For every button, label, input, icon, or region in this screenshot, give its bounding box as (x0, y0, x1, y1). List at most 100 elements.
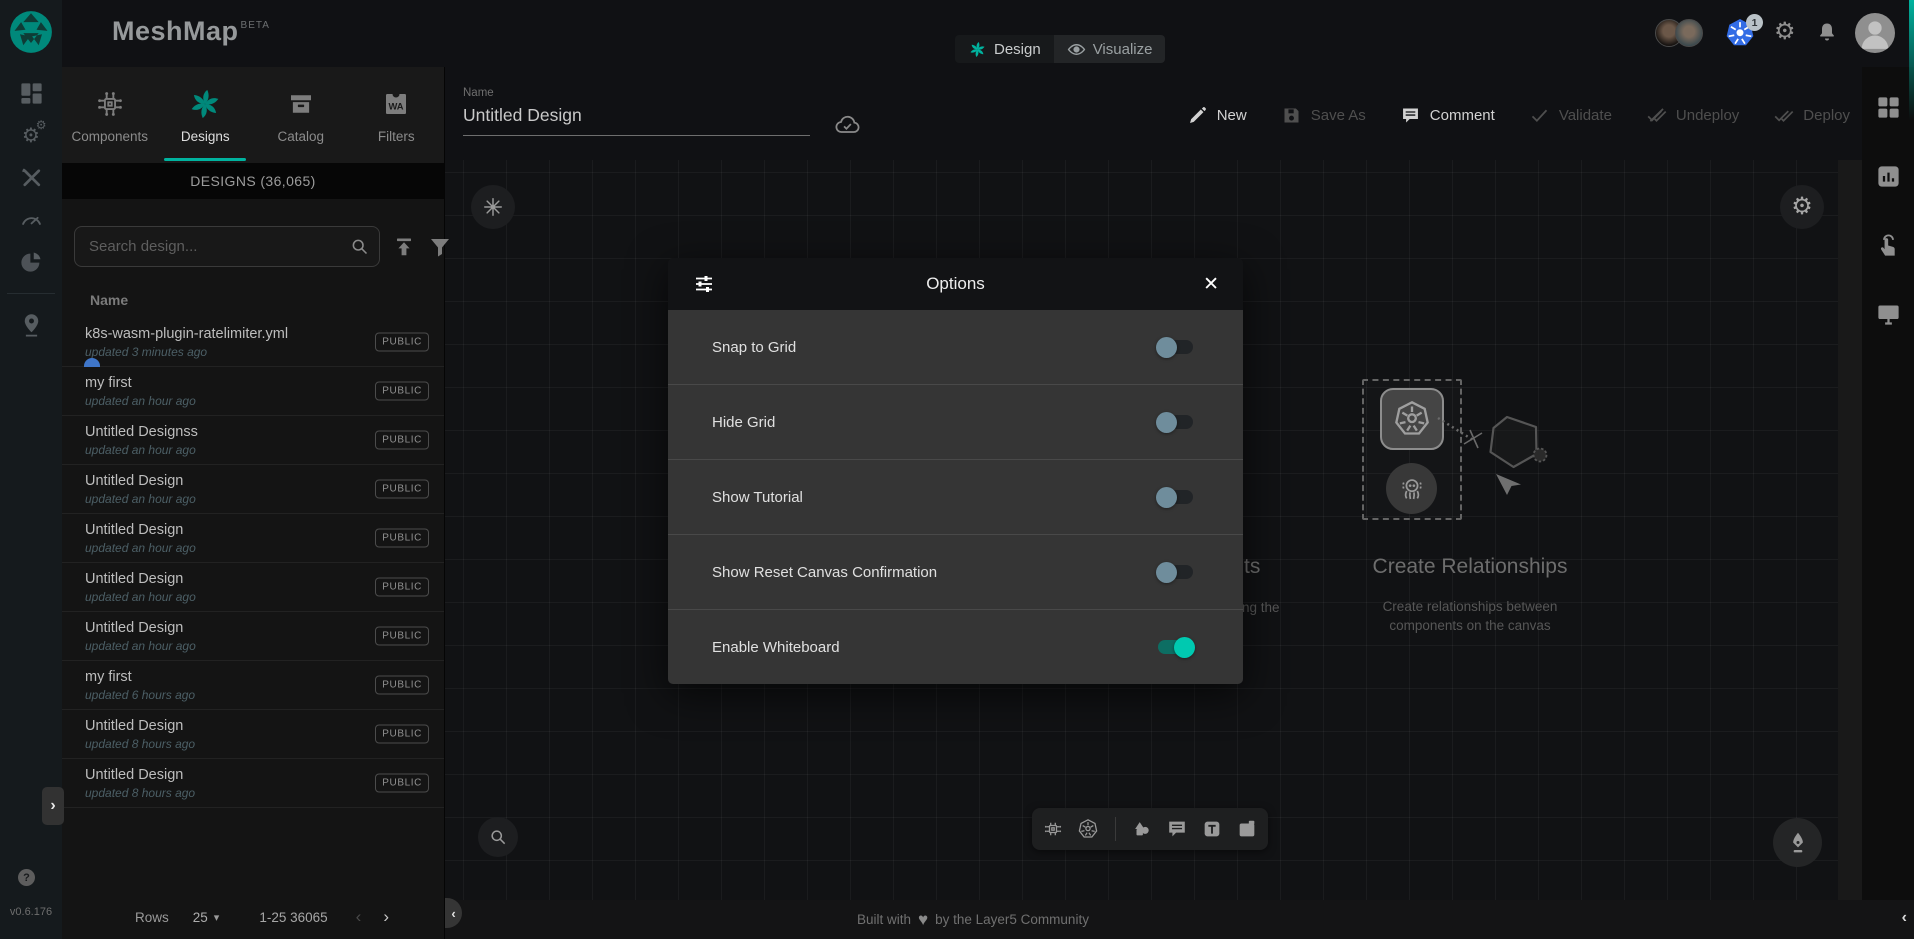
option-label: Hide Grid (712, 414, 775, 431)
sliders-icon (692, 272, 716, 296)
rail-kanvas-pin-icon[interactable] (18, 312, 45, 339)
touch-interaction-icon[interactable] (1875, 232, 1902, 259)
options-modal-header: Options ✕ (668, 258, 1243, 310)
design-list-row[interactable]: k8s-wasm-plugin-ratelimiter.yml updated … (62, 318, 444, 367)
hide-grid-toggle[interactable] (1158, 415, 1193, 429)
settings-gear-icon[interactable]: ⚙ (1774, 18, 1796, 46)
tab-components[interactable]: Components (62, 67, 158, 163)
rail-dashboard-icon[interactable] (18, 80, 45, 107)
pagination-next-button[interactable]: › (383, 907, 389, 927)
design-spiral-icon (968, 40, 987, 59)
undeploy-button[interactable]: Undeploy (1646, 105, 1739, 126)
design-list-row[interactable]: Untitled Design updated an hour ago PUBL… (62, 514, 444, 563)
right-dock (1862, 67, 1914, 900)
canvas-settings-button[interactable]: ⚙ (1780, 185, 1824, 229)
option-row: Show Tutorial (668, 460, 1243, 535)
toolbar-divider (1115, 817, 1116, 841)
design-list-row[interactable]: Untitled Design updated 8 hours ago PUBL… (62, 759, 444, 808)
pagination-range: 1-25 36065 (259, 910, 327, 925)
component-tool-icon[interactable] (1042, 818, 1065, 841)
modal-title: Options (716, 274, 1195, 294)
rows-per-page-select[interactable]: 25▾ (193, 910, 220, 925)
layer5-logo-icon[interactable] (9, 10, 53, 54)
widgets-icon[interactable] (1875, 94, 1902, 121)
new-button[interactable]: New (1187, 105, 1247, 126)
show-reset-confirmation-toggle[interactable] (1158, 565, 1193, 579)
name-field-label: Name (463, 87, 825, 99)
collaborator-avatar[interactable] (1675, 19, 1703, 47)
visibility-badge: PUBLIC (375, 529, 429, 548)
check-icon (1529, 105, 1550, 126)
user-avatar[interactable] (1855, 13, 1895, 53)
tab-catalog[interactable]: Catalog (253, 67, 349, 163)
options-modal: Options ✕ Snap to Grid Hide Grid Show Tu… (668, 258, 1243, 684)
comment-tool-icon[interactable] (1166, 818, 1189, 841)
pen-nib-icon (1785, 830, 1811, 856)
search-input[interactable] (74, 226, 380, 267)
occluded-card-text: ng the (1242, 600, 1280, 615)
gear-icon: ⚙ (1791, 185, 1813, 229)
cloud-saved-icon[interactable] (833, 111, 861, 139)
design-list-row[interactable]: Untitled Design updated an hour ago PUBL… (62, 465, 444, 514)
validate-button[interactable]: Validate (1529, 105, 1612, 126)
rail-extensions-icon[interactable] (18, 248, 45, 275)
rail-configuration-icon[interactable] (18, 164, 45, 191)
canvas-zoom-button[interactable] (478, 817, 518, 857)
rail-expand-button[interactable]: › (42, 787, 64, 825)
tab-visualize[interactable]: Visualize (1054, 35, 1166, 63)
media-tool-icon[interactable] (1236, 818, 1259, 841)
filter-funnel-button[interactable] (428, 235, 452, 259)
tab-design[interactable]: Design (955, 35, 1054, 63)
design-list-row[interactable]: Untitled Design updated an hour ago PUBL… (62, 563, 444, 612)
collapse-panel-button[interactable]: ‹ (445, 898, 462, 928)
design-list-row[interactable]: my first updated an hour ago PUBLIC (62, 367, 444, 416)
app-version: v0.6.176 (0, 906, 62, 918)
whiteboard-pen-button[interactable] (1773, 818, 1822, 867)
onboarding-relationship-graphic (1430, 400, 1565, 515)
collapse-dock-button[interactable]: ‹ (1902, 909, 1907, 927)
enable-whiteboard-toggle[interactable] (1158, 640, 1193, 654)
kubernetes-tool-icon[interactable] (1077, 818, 1100, 841)
design-list-row[interactable]: Untitled Designss updated an hour ago PU… (62, 416, 444, 465)
import-design-button[interactable] (392, 235, 416, 259)
rail-performance-icon[interactable] (18, 206, 45, 233)
tab-filters[interactable]: WA Filters (349, 67, 445, 163)
design-list-row[interactable]: Untitled Design updated 8 hours ago PUBL… (62, 710, 444, 759)
designs-list: k8s-wasm-plugin-ratelimiter.yml updated … (62, 318, 444, 808)
tab-designs[interactable]: Designs (158, 67, 254, 163)
magnifier-icon (488, 827, 508, 847)
designs-spiral-icon (187, 86, 223, 122)
comment-button[interactable]: Comment (1400, 105, 1495, 126)
text-tool-icon[interactable] (1201, 818, 1224, 841)
comment-icon (1400, 105, 1421, 126)
snap-to-grid-toggle[interactable] (1158, 340, 1193, 354)
show-tutorial-toggle[interactable] (1158, 490, 1193, 504)
option-label: Show Tutorial (712, 489, 803, 506)
help-button[interactable]: ? (18, 869, 35, 886)
designs-count-header: DESIGNS (36,065) (62, 163, 444, 199)
shapes-tool-icon[interactable] (1131, 818, 1154, 841)
mode-switcher: Design Visualize (955, 35, 1165, 63)
rail-lifecycle-icon[interactable]: ⚙⚙ (18, 122, 45, 149)
collaborator-avatars[interactable] (1655, 19, 1703, 47)
notifications-bell-icon[interactable] (1815, 20, 1839, 44)
chevron-right-icon: › (50, 797, 55, 815)
close-icon[interactable]: ✕ (1195, 273, 1219, 296)
catalog-icon (286, 86, 316, 122)
design-name-input[interactable] (463, 99, 810, 136)
drawer-tabs: Components Designs Catalog WA Filters (62, 67, 444, 163)
chart-icon[interactable] (1875, 163, 1902, 190)
option-label: Snap to Grid (712, 339, 796, 356)
onboarding-title: Create Relationships (1325, 555, 1615, 579)
caret-down-icon: ▾ (214, 911, 220, 924)
pagination-prev-button[interactable]: ‹ (356, 907, 362, 927)
options-modal-body: Snap to Grid Hide Grid Show Tutorial Sho… (668, 310, 1243, 684)
canvas-k8s-actions-button[interactable] (471, 185, 515, 229)
design-list-row[interactable]: my first updated 6 hours ago PUBLIC (62, 661, 444, 710)
save-as-button[interactable]: Save As (1281, 105, 1366, 126)
design-list-row[interactable]: Untitled Design updated an hour ago PUBL… (62, 612, 444, 661)
footer-credit: Built with ♥ by the Layer5 Community (857, 900, 1089, 939)
monitor-icon[interactable] (1875, 301, 1902, 328)
search-icon (349, 236, 370, 257)
deploy-button[interactable]: Deploy (1773, 105, 1850, 126)
